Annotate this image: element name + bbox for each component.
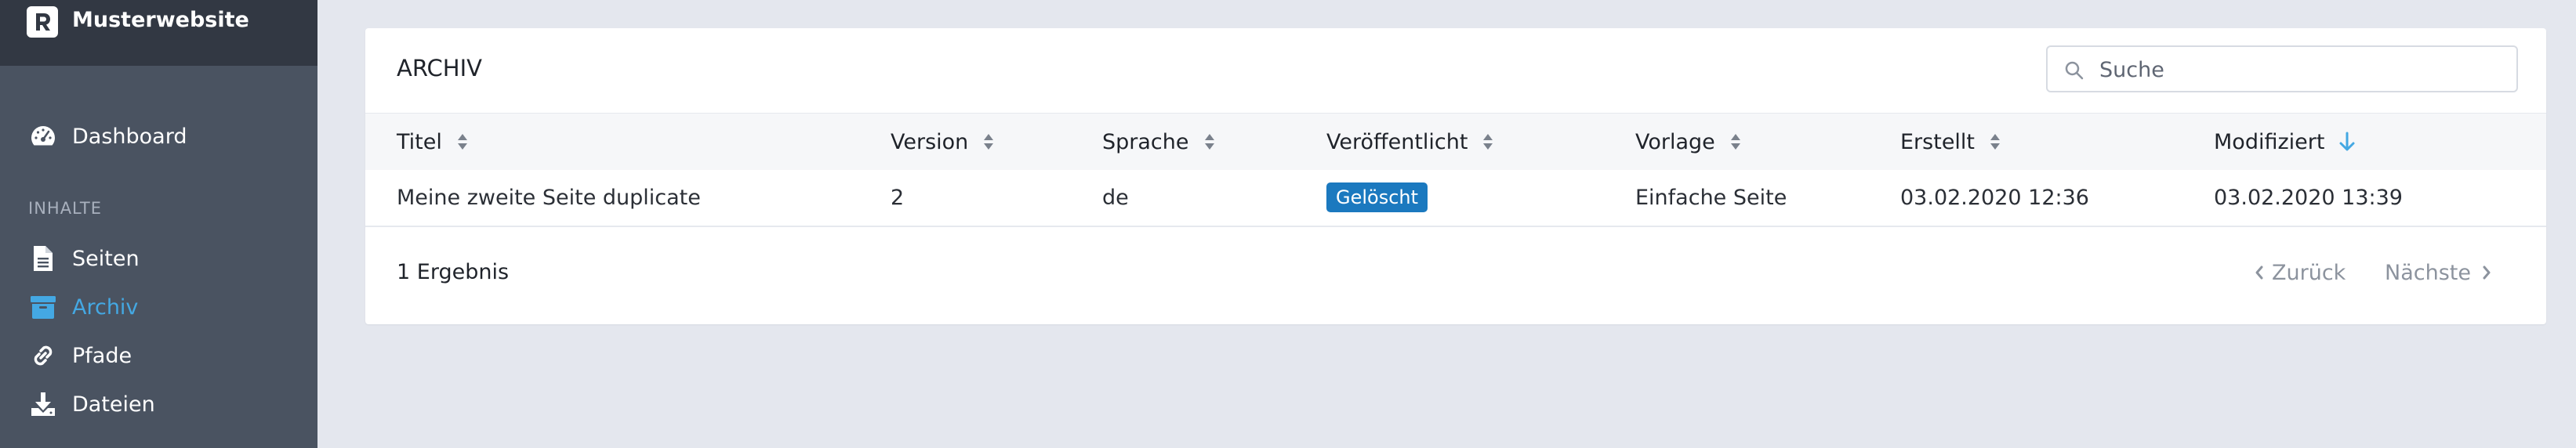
table-header: Titel Version Sprache Veröffentlicht Vor…	[365, 113, 2546, 170]
sidebar-item-archiv[interactable]: Archiv	[28, 290, 138, 324]
file-icon	[28, 244, 58, 273]
sort-icon	[1989, 132, 2001, 151]
brand-name: Musterwebsite	[72, 8, 249, 32]
archive-icon	[28, 292, 58, 322]
sidebar-item-label: Seiten	[72, 246, 140, 271]
sidebar-item-label: Pfade	[72, 343, 132, 368]
search-icon	[2063, 60, 2085, 81]
sidebar-item-seiten[interactable]: Seiten	[28, 241, 140, 276]
sidebar-item-label: Dateien	[72, 392, 155, 417]
sidebar-item-pfade[interactable]: Pfade	[28, 338, 132, 373]
sidebar-item-dateien[interactable]: Dateien	[28, 387, 155, 421]
column-header-vorlage[interactable]: Vorlage	[1635, 114, 1742, 170]
link-icon	[28, 341, 58, 370]
column-header-sprache[interactable]: Sprache	[1102, 114, 1216, 170]
status-badge: Gelöscht	[1326, 182, 1428, 212]
download-icon	[28, 389, 58, 419]
cell-version: 2	[891, 185, 905, 210]
cell-language: de	[1102, 185, 1129, 210]
sidebar-section-heading: INHALTE	[28, 199, 102, 218]
table-row[interactable]: Meine zweite Seite duplicate 2 de Gelösc…	[365, 169, 2546, 227]
column-header-version[interactable]: Version	[891, 114, 995, 170]
column-header-erstellt[interactable]: Erstellt	[1900, 114, 2001, 170]
cell-modified: 03.02.2020 13:39	[2214, 185, 2403, 210]
brand-bar[interactable]: Musterwebsite	[0, 0, 317, 66]
column-header-modifiziert[interactable]: Modifiziert	[2214, 114, 2356, 170]
chevron-right-icon	[2482, 265, 2491, 280]
sidebar-item-dashboard[interactable]: Dashboard	[28, 119, 187, 154]
sort-icon	[456, 132, 469, 151]
cell-created: 03.02.2020 12:36	[1900, 185, 2089, 210]
cell-published: Gelöscht	[1326, 169, 1428, 226]
app: Musterwebsite Dashboard INHALTE Seiten A…	[0, 0, 2576, 448]
search-box[interactable]	[2046, 45, 2518, 92]
search-input[interactable]	[2098, 52, 2509, 88]
gauge-icon	[28, 121, 58, 151]
sort-icon	[982, 132, 995, 151]
column-header-veroeffentlicht[interactable]: Veröffentlicht	[1326, 114, 1494, 170]
sidebar: Musterwebsite Dashboard INHALTE Seiten A…	[0, 0, 317, 448]
page-title: ARCHIV	[397, 55, 482, 81]
next-page-button[interactable]: Nächste	[2385, 257, 2491, 288]
sort-icon	[1203, 132, 1216, 151]
sidebar-item-label: Archiv	[72, 294, 139, 320]
chevron-left-icon	[2255, 265, 2264, 280]
sort-icon	[1729, 132, 1742, 151]
cell-template: Einfache Seite	[1635, 185, 1787, 210]
column-header-titel[interactable]: Titel	[397, 114, 469, 170]
cell-title: Meine zweite Seite duplicate	[397, 185, 701, 210]
sidebar-item-label: Dashboard	[72, 124, 187, 149]
archive-card: ARCHIV Titel Version	[365, 28, 2546, 324]
result-count: 1 Ergebnis	[397, 260, 510, 284]
brand-logo-icon	[27, 6, 58, 38]
prev-page-button[interactable]: Zurück	[2255, 257, 2346, 288]
sort-icon	[1482, 132, 1494, 151]
sort-desc-arrow-icon	[2338, 132, 2356, 152]
